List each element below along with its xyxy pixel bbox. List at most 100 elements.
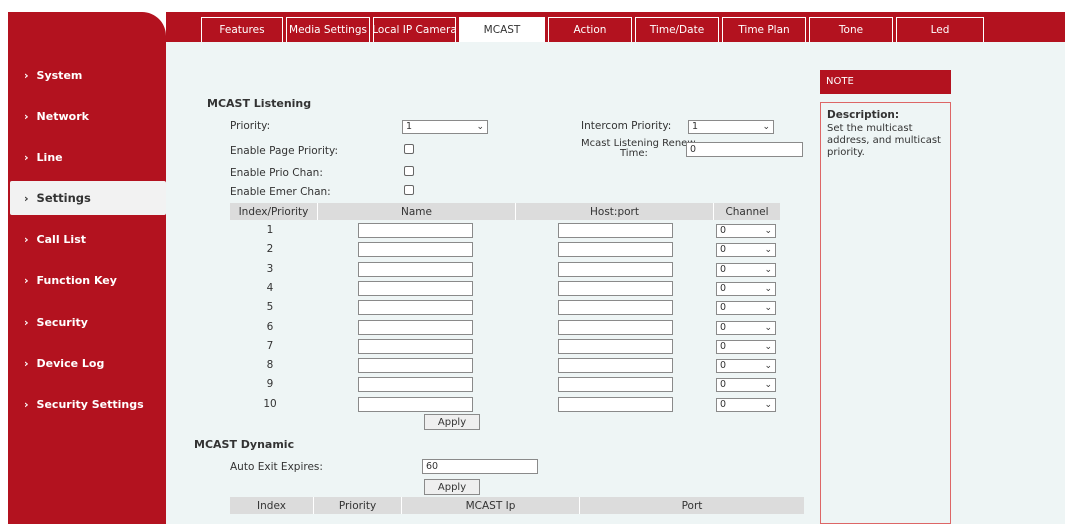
select-value: 1	[692, 121, 699, 132]
row-name-input[interactable]	[358, 280, 473, 296]
row-channel-select[interactable]: 0 ⌄	[716, 301, 776, 316]
chevron-down-icon: ⌄	[764, 264, 772, 275]
row-channel-select[interactable]: 0 ⌄	[716, 281, 776, 296]
tab-action[interactable]: Action	[548, 17, 632, 42]
sidebar-item-network[interactable]: › Network	[0, 99, 158, 133]
chevron-right-icon: ›	[24, 356, 29, 370]
row-channel-select[interactable]: 0 ⌄	[716, 224, 776, 238]
select-value: 0	[720, 244, 727, 256]
row-host-port-input[interactable]	[558, 319, 673, 335]
tab-time-plan[interactable]: Time Plan	[722, 17, 806, 42]
select-value: 0	[720, 340, 727, 352]
dynamic-apply-button[interactable]: Apply	[424, 479, 480, 495]
tab-time-date[interactable]: Time/Date	[635, 17, 719, 42]
apply-button[interactable]: Apply	[424, 414, 480, 430]
sidebar-item-label: Network	[36, 109, 89, 123]
enable-page-priority-label: Enable Page Priority:	[230, 145, 339, 157]
row-index: 5	[266, 301, 274, 314]
row-channel-select[interactable]: 0 ⌄	[716, 262, 776, 277]
renew-time-input[interactable]: 0	[686, 142, 803, 157]
row-name-input[interactable]	[358, 358, 473, 374]
row-name-input[interactable]	[358, 223, 473, 238]
enable-page-priority-checkbox[interactable]	[404, 144, 414, 154]
row-channel-select[interactable]: 0 ⌄	[716, 339, 776, 354]
chevron-down-icon: ⌄	[764, 399, 772, 410]
chevron-down-icon: ⌄	[764, 245, 772, 256]
row-name-input[interactable]	[358, 396, 473, 412]
enable-prio-chan-label: Enable Prio Chan:	[230, 167, 323, 179]
section-title-dynamic: MCAST Dynamic	[194, 438, 295, 451]
chevron-down-icon: ⌄	[764, 283, 772, 294]
row-channel-select[interactable]: 0 ⌄	[716, 359, 776, 374]
tab-tone[interactable]: Tone	[809, 17, 893, 42]
row-index: 4	[266, 281, 274, 294]
select-value: 0	[720, 360, 727, 372]
row-index: 8	[266, 359, 274, 372]
tab-label: Local IP Camera	[372, 24, 457, 36]
auto-exit-expires-input[interactable]: 60	[422, 459, 538, 474]
chevron-down-icon: ⌄	[764, 341, 772, 352]
priority-select[interactable]: 1 ⌄	[402, 120, 488, 134]
sidebar-item-settings[interactable]: › Settings	[10, 181, 166, 215]
chevron-down-icon: ⌄	[764, 380, 772, 391]
tab-features[interactable]: Features	[201, 17, 283, 42]
row-name-input[interactable]	[358, 300, 473, 316]
sidebar-item-device-log[interactable]: › Device Log	[0, 346, 158, 380]
row-index: 7	[266, 339, 274, 352]
tab-local-ip-camera[interactable]: Local IP Camera	[372, 17, 457, 42]
tab-led[interactable]: Led	[896, 17, 984, 42]
sidebar-item-security[interactable]: › Security	[0, 305, 158, 339]
row-index: 10	[263, 397, 277, 410]
sidebar-item-label: Device Log	[36, 356, 105, 370]
row-name-input[interactable]	[358, 377, 473, 393]
sidebar-item-security-settings[interactable]: › Security Settings	[0, 387, 158, 421]
select-value: 0	[720, 379, 727, 391]
listening-table-header: Index/Priority Name Host:port Channel	[230, 203, 780, 220]
row-name-input[interactable]	[358, 319, 473, 335]
chevron-down-icon: ⌄	[764, 361, 772, 372]
chevron-down-icon: ⌄	[476, 122, 484, 132]
row-channel-select[interactable]: 0 ⌄	[716, 397, 776, 412]
row-host-port-input[interactable]	[558, 280, 673, 296]
sidebar-item-label: Settings	[36, 191, 91, 205]
sidebar-item-system[interactable]: › System	[0, 58, 158, 92]
chevron-right-icon: ›	[24, 315, 29, 329]
tab-label: MCAST	[483, 24, 521, 36]
sidebar-item-call-list[interactable]: › Call List	[0, 222, 158, 256]
row-host-port-input[interactable]	[558, 300, 673, 316]
row-host-port-input[interactable]	[558, 261, 673, 277]
row-channel-select[interactable]: 0 ⌄	[716, 378, 776, 393]
row-name-input[interactable]	[358, 242, 473, 258]
row-name-input[interactable]	[358, 338, 473, 354]
sidebar-item-label: System	[36, 68, 83, 82]
header-priority: Priority	[314, 497, 402, 514]
enable-prio-chan-checkbox[interactable]	[404, 166, 414, 176]
row-index: 2	[266, 243, 274, 256]
sidebar-item-function-key[interactable]: › Function Key	[0, 263, 158, 297]
row-host-port-input[interactable]	[558, 396, 673, 412]
tab-mcast[interactable]: MCAST	[459, 17, 545, 42]
select-value: 0	[720, 398, 727, 410]
row-host-port-input[interactable]	[558, 242, 673, 258]
row-host-port-input[interactable]	[558, 223, 673, 238]
intercom-priority-label: Intercom Priority:	[581, 120, 672, 132]
sidebar-item-line[interactable]: › Line	[0, 140, 158, 174]
row-index: 9	[266, 378, 274, 391]
tab-media-settings[interactable]: Media Settings	[286, 17, 370, 42]
tab-label: Features	[219, 24, 265, 36]
row-host-port-input[interactable]	[558, 338, 673, 354]
row-host-port-input[interactable]	[558, 358, 673, 374]
row-host-port-input[interactable]	[558, 377, 673, 393]
chevron-down-icon: ⌄	[764, 303, 772, 314]
row-name-input[interactable]	[358, 261, 473, 277]
intercom-priority-select[interactable]: 1 ⌄	[688, 120, 774, 134]
sidebar-item-label: Line	[36, 150, 63, 164]
chevron-right-icon: ›	[24, 150, 29, 164]
dynamic-table-header: Index Priority MCAST Ip Port	[230, 497, 804, 514]
row-channel-select[interactable]: 0 ⌄	[716, 320, 776, 335]
row-channel-select[interactable]: 0 ⌄	[716, 243, 776, 258]
header-mcast-ip: MCAST Ip	[402, 497, 580, 514]
chevron-right-icon: ›	[24, 191, 29, 205]
header-channel: Channel	[725, 205, 769, 218]
enable-emer-chan-checkbox[interactable]	[404, 185, 414, 195]
